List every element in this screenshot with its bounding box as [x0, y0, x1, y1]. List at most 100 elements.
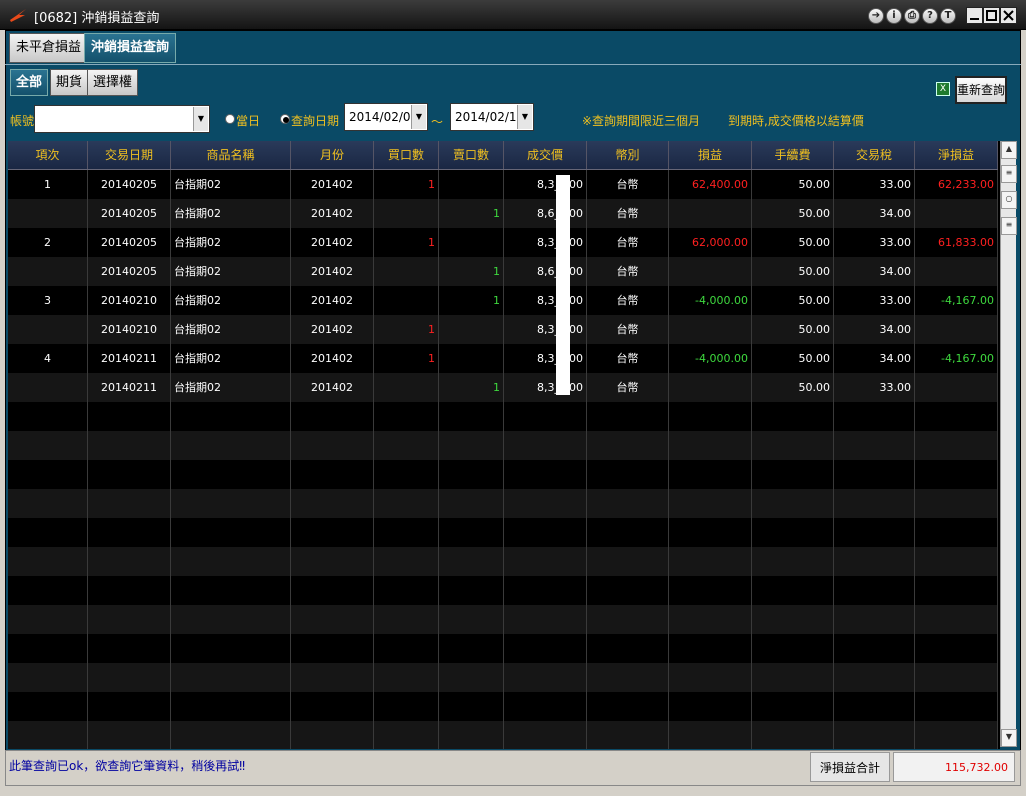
scroll-page-icon[interactable]: ≡	[1001, 165, 1017, 183]
table-cell	[587, 431, 669, 460]
print-icon[interactable]: ⎙	[904, 8, 920, 24]
table-cell: 8,6__.00	[504, 199, 587, 228]
table-cell	[374, 373, 439, 402]
date-from-picker[interactable]: 2014/02/01 ▼	[344, 103, 428, 131]
close-button[interactable]	[1000, 7, 1017, 24]
vertical-scrollbar[interactable]: ▲ ≡ ○ ≡ ▼	[1000, 141, 1017, 747]
table-cell	[504, 605, 587, 634]
table-row-empty	[8, 431, 998, 460]
table-cell	[669, 460, 752, 489]
table-cell	[587, 634, 669, 663]
excel-export-icon[interactable]: X	[936, 82, 950, 96]
table-cell: 201402	[291, 257, 374, 286]
table-cell	[915, 489, 998, 518]
table-row[interactable]: 20140205台指期02201402 18,6__.00台幣 50.0034.00	[8, 199, 998, 228]
table-cell	[504, 460, 587, 489]
column-header[interactable]: 商品名稱	[171, 141, 291, 169]
tab-open-position-pnl[interactable]: 未平倉損益	[9, 33, 89, 63]
table-row[interactable]: 20140211台指期02201402 18,3__.00台幣 50.0033.00	[8, 373, 998, 402]
table-cell	[291, 402, 374, 431]
arrow-icon[interactable]: ➔	[868, 8, 884, 24]
maximize-button[interactable]	[983, 7, 1000, 24]
table-cell: 8,3__.00	[504, 344, 587, 373]
table-cell	[834, 721, 915, 749]
table-row-empty	[8, 518, 998, 547]
column-header[interactable]: 手續費	[752, 141, 834, 169]
column-header[interactable]: 幣別	[587, 141, 669, 169]
table-cell: 34.00	[834, 315, 915, 344]
table-cell: 201402	[291, 199, 374, 228]
table-cell: 20140210	[88, 315, 171, 344]
radio-today-label[interactable]: 當日	[236, 112, 260, 129]
table-cell: 8,3__.00	[504, 315, 587, 344]
scroll-down-icon[interactable]: ▼	[1001, 729, 1017, 747]
table-cell	[915, 518, 998, 547]
table-cell: 201402	[291, 228, 374, 257]
table-cell: 20140205	[88, 170, 171, 199]
column-header[interactable]: 損益	[669, 141, 752, 169]
table-cell: 33.00	[834, 373, 915, 402]
column-header[interactable]: 淨損益	[915, 141, 998, 169]
table-cell	[439, 431, 504, 460]
tab-closed-pnl-query[interactable]: 沖銷損益查詢	[84, 33, 177, 63]
table-cell	[171, 576, 291, 605]
refresh-query-button[interactable]: 重新查詢	[955, 76, 1007, 104]
table-cell	[374, 576, 439, 605]
table-row[interactable]: 20140205台指期02201402 18,6__.00台幣 50.0034.00	[8, 257, 998, 286]
table-cell: 201402	[291, 286, 374, 315]
table-cell: 20140210	[88, 286, 171, 315]
radio-today[interactable]	[225, 114, 235, 124]
table-cell	[88, 634, 171, 663]
chevron-down-icon[interactable]: ▼	[193, 107, 208, 131]
table-cell	[669, 547, 752, 576]
scroll-up-icon[interactable]: ▲	[1001, 141, 1017, 159]
table-cell	[291, 489, 374, 518]
table-cell	[291, 547, 374, 576]
net-pnl-total-value: 115,732.00	[893, 752, 1015, 782]
date-to-picker[interactable]: 2014/02/17 ▼	[450, 103, 534, 131]
radio-query-date-label[interactable]: 查詢日期	[291, 112, 339, 129]
table-cell: 1	[439, 199, 504, 228]
subtab-futures[interactable]: 期貨	[50, 69, 89, 96]
table-cell: 台指期02	[171, 344, 291, 373]
table-cell	[171, 721, 291, 749]
grid-header: 項次 交易日期 商品名稱 月份 買口數 賣口數 成交價 幣別 損益 手續費 交易稅 淨損益	[8, 141, 998, 170]
minimize-button[interactable]	[966, 7, 983, 24]
table-cell	[504, 634, 587, 663]
text-icon[interactable]: T	[940, 8, 956, 24]
table-cell	[915, 721, 998, 749]
table-cell	[171, 460, 291, 489]
table-row[interactable]: 120140205台指期0220140218,3__.00台幣62,400.00…	[8, 170, 998, 199]
table-row[interactable]: 220140205台指期022014021 8,3__.00台幣62,000.00…	[8, 228, 998, 257]
table-cell	[8, 402, 88, 431]
table-cell: 8,3__.00	[504, 170, 587, 199]
info-icon[interactable]: i	[886, 8, 902, 24]
table-cell: 1	[374, 344, 439, 373]
table-cell	[439, 692, 504, 721]
subtab-all[interactable]: 全部	[10, 69, 49, 96]
column-header[interactable]: 賣口數	[439, 141, 504, 169]
subtab-options[interactable]: 選擇權	[87, 69, 139, 96]
redaction-bar	[556, 175, 570, 395]
table-row[interactable]: 320140210台指期02201402 18,3__.00台幣-4,000.00…	[8, 286, 998, 315]
column-header[interactable]: 項次	[8, 141, 88, 169]
table-cell: 50.00	[752, 373, 834, 402]
column-header[interactable]: 月份	[291, 141, 374, 169]
table-row[interactable]: 420140211台指期022014021 8,3__.00台幣-4,000.00…	[8, 344, 998, 373]
table-cell	[8, 605, 88, 634]
scroll-thumb[interactable]: ○	[1001, 191, 1017, 209]
column-header[interactable]: 成交價	[504, 141, 587, 169]
radio-query-date[interactable]	[280, 114, 290, 124]
chevron-down-icon[interactable]: ▼	[411, 105, 426, 129]
help-icon[interactable]: ?	[922, 8, 938, 24]
table-cell	[587, 547, 669, 576]
table-cell	[669, 692, 752, 721]
scroll-page-icon[interactable]: ≡	[1001, 217, 1017, 235]
account-select[interactable]: ▼	[34, 105, 210, 133]
column-header[interactable]: 買口數	[374, 141, 439, 169]
chevron-down-icon[interactable]: ▼	[517, 105, 532, 129]
column-header[interactable]: 交易日期	[88, 141, 171, 169]
table-row[interactable]: 20140210台指期022014021 8,3__.00台幣 50.0034.00	[8, 315, 998, 344]
table-cell	[915, 431, 998, 460]
column-header[interactable]: 交易稅	[834, 141, 915, 169]
